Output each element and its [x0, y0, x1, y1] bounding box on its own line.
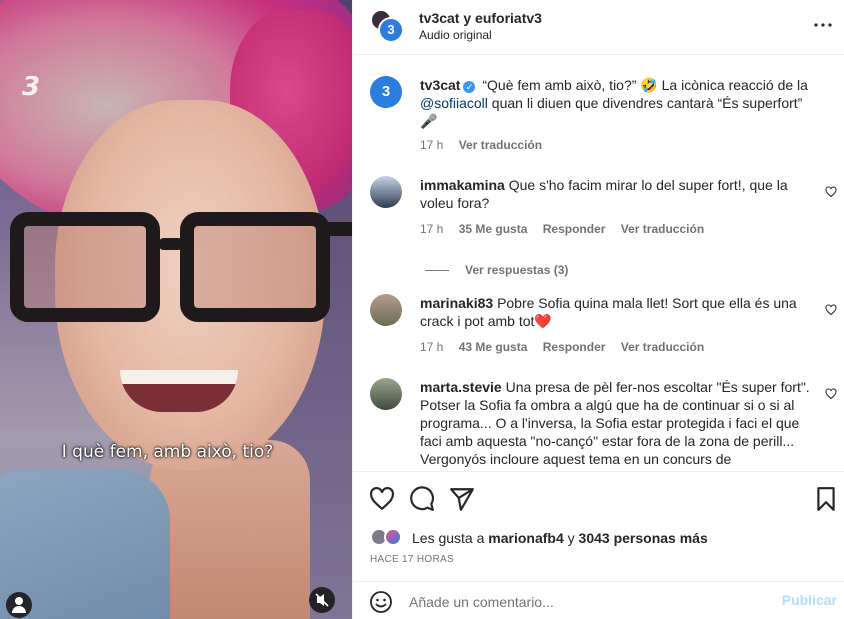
- more-options-button[interactable]: [811, 13, 835, 37]
- likes-prefix: Les gusta a: [412, 530, 485, 546]
- likes-summary: Les gusta a marionafb4 y 3043 personas m…: [370, 528, 830, 548]
- like-comment-heart-icon[interactable]: [825, 304, 837, 316]
- caption-text-start: “Què fem amb això, tio?” 🤣 La icònica re…: [482, 77, 808, 93]
- caption-text: tv3cat ✓ “Què fem amb això, tio?” 🤣 La ic…: [420, 76, 820, 130]
- add-comment-bar: Publicar: [353, 581, 844, 619]
- liker-username[interactable]: marionafb4: [488, 530, 563, 546]
- mute-button[interactable]: [309, 587, 335, 613]
- liker-avatar: [384, 528, 402, 546]
- caption-translate-link[interactable]: Ver traducción: [459, 138, 542, 152]
- comment-avatar[interactable]: [370, 294, 402, 326]
- reply-button[interactable]: Responder: [543, 340, 606, 354]
- post-header: 3 tv3cat y euforiatv3 Audio original: [353, 0, 844, 55]
- caption-avatar[interactable]: 3: [370, 76, 402, 108]
- avatar-tv3cat[interactable]: 3: [378, 17, 404, 43]
- share-send-icon[interactable]: [449, 486, 475, 512]
- more-horizontal-icon: [814, 23, 832, 27]
- tv3-watermark-logo: 3: [22, 72, 40, 102]
- post-authors[interactable]: tv3cat y euforiatv3: [419, 10, 542, 26]
- reel-video[interactable]: 3 I què fem, amb això, tio?: [0, 0, 352, 619]
- like-heart-icon[interactable]: [369, 486, 395, 512]
- likes-count[interactable]: 3043 personas más: [579, 530, 708, 546]
- comment-likes[interactable]: 35 Me gusta: [459, 222, 528, 236]
- like-comment-heart-icon[interactable]: [825, 388, 837, 400]
- post-time-ago[interactable]: HACE 17 HORAS: [370, 554, 454, 565]
- comment-username[interactable]: marinaki83: [420, 295, 493, 311]
- comment-likes[interactable]: 43 Me gusta: [459, 340, 528, 354]
- collab-avatars[interactable]: 3: [370, 9, 404, 43]
- emoji-smiley-icon[interactable]: [369, 590, 393, 614]
- comment-avatar[interactable]: [370, 378, 402, 410]
- video-frame-glasses-left: [10, 212, 160, 322]
- likes-avatars[interactable]: [370, 528, 406, 548]
- comment-meta: 17 h 35 Me gusta Responder Ver traducció…: [420, 222, 716, 236]
- likes-text: Les gusta a marionafb4 y 3043 personas m…: [412, 530, 708, 546]
- comment-avatar[interactable]: [370, 176, 402, 208]
- comments-list[interactable]: 3 tv3cat ✓ “Què fem amb això, tio?” 🤣 La …: [353, 56, 844, 468]
- verified-badge-icon: ✓: [463, 81, 476, 93]
- like-comment-heart-icon[interactable]: [825, 186, 837, 198]
- caption-username[interactable]: tv3cat: [420, 77, 460, 93]
- translate-link[interactable]: Ver traducción: [621, 222, 704, 236]
- publish-comment-button[interactable]: Publicar: [782, 592, 837, 608]
- translate-link[interactable]: Ver traducción: [621, 340, 704, 354]
- audio-link[interactable]: Audio original: [419, 28, 492, 42]
- comment-time[interactable]: 17 h: [420, 340, 443, 354]
- view-replies-button[interactable]: Ver respuestas (3): [425, 263, 568, 277]
- comment-input[interactable]: [409, 591, 769, 613]
- caption-time[interactable]: 17 h: [420, 138, 443, 152]
- post-actions: Les gusta a marionafb4 y 3043 personas m…: [353, 471, 844, 581]
- video-subtitle: I què fem, amb això, tio?: [61, 442, 274, 462]
- comment-meta: 17 h 43 Me gusta Responder Ver traducció…: [420, 340, 716, 354]
- likes-conjunction: y: [567, 530, 575, 546]
- video-frame-glasses-temple: [325, 222, 352, 236]
- comment-bubble-icon[interactable]: [409, 486, 435, 512]
- comment-username[interactable]: marta.stevie: [420, 379, 502, 395]
- comment-username[interactable]: immakamina: [420, 177, 505, 193]
- post-side-panel: 3 tv3cat y euforiatv3 Audio original 3 t…: [352, 0, 844, 619]
- comment-body: marta.stevie Una presa de pèl fer-nos es…: [420, 378, 820, 468]
- speaker-muted-icon: [315, 593, 329, 607]
- video-frame-glasses-right: [180, 212, 330, 322]
- reply-button[interactable]: Responder: [543, 222, 606, 236]
- comment-time[interactable]: 17 h: [420, 222, 443, 236]
- save-bookmark-icon[interactable]: [813, 486, 839, 512]
- video-frame-glasses-bridge: [158, 238, 184, 250]
- tagged-user-icon[interactable]: [6, 592, 32, 618]
- caption-meta: 17 h Ver traducción: [420, 138, 554, 152]
- comment-body: immakamina Que s'ho facim mirar lo del s…: [420, 176, 820, 212]
- caption-mention[interactable]: @sofiiacoll: [420, 95, 488, 111]
- comment-body: marinaki83 Pobre Sofia quina mala llet! …: [420, 294, 820, 330]
